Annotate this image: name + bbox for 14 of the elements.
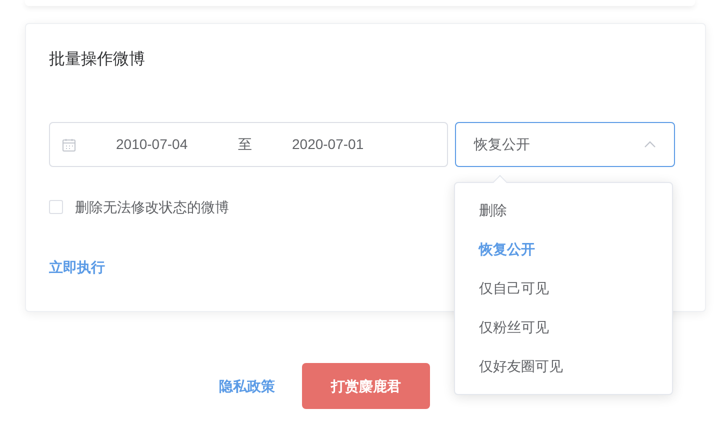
dropdown-option[interactable]: 仅粉丝可见 (455, 308, 672, 347)
date-range-field[interactable]: 2010-07-04 至 2020-07-01 (49, 122, 448, 167)
card-title: 批量操作微博 (49, 50, 146, 70)
caret-icon (644, 141, 656, 148)
checkbox[interactable] (49, 200, 63, 214)
dropdown-option[interactable]: 仅好友圈可见 (455, 347, 672, 386)
start-date: 2010-07-04 (116, 135, 189, 154)
dropdown-option[interactable]: 删除 (455, 191, 672, 230)
end-date: 2020-07-01 (292, 135, 364, 154)
dropdown-option[interactable]: 仅自己可见 (455, 269, 672, 308)
calendar-icon (62, 138, 76, 152)
range-separator: 至 (238, 135, 252, 154)
action-select[interactable]: 恢复公开 (455, 122, 675, 167)
checkbox-label: 删除无法修改状态的微博 (75, 198, 229, 216)
